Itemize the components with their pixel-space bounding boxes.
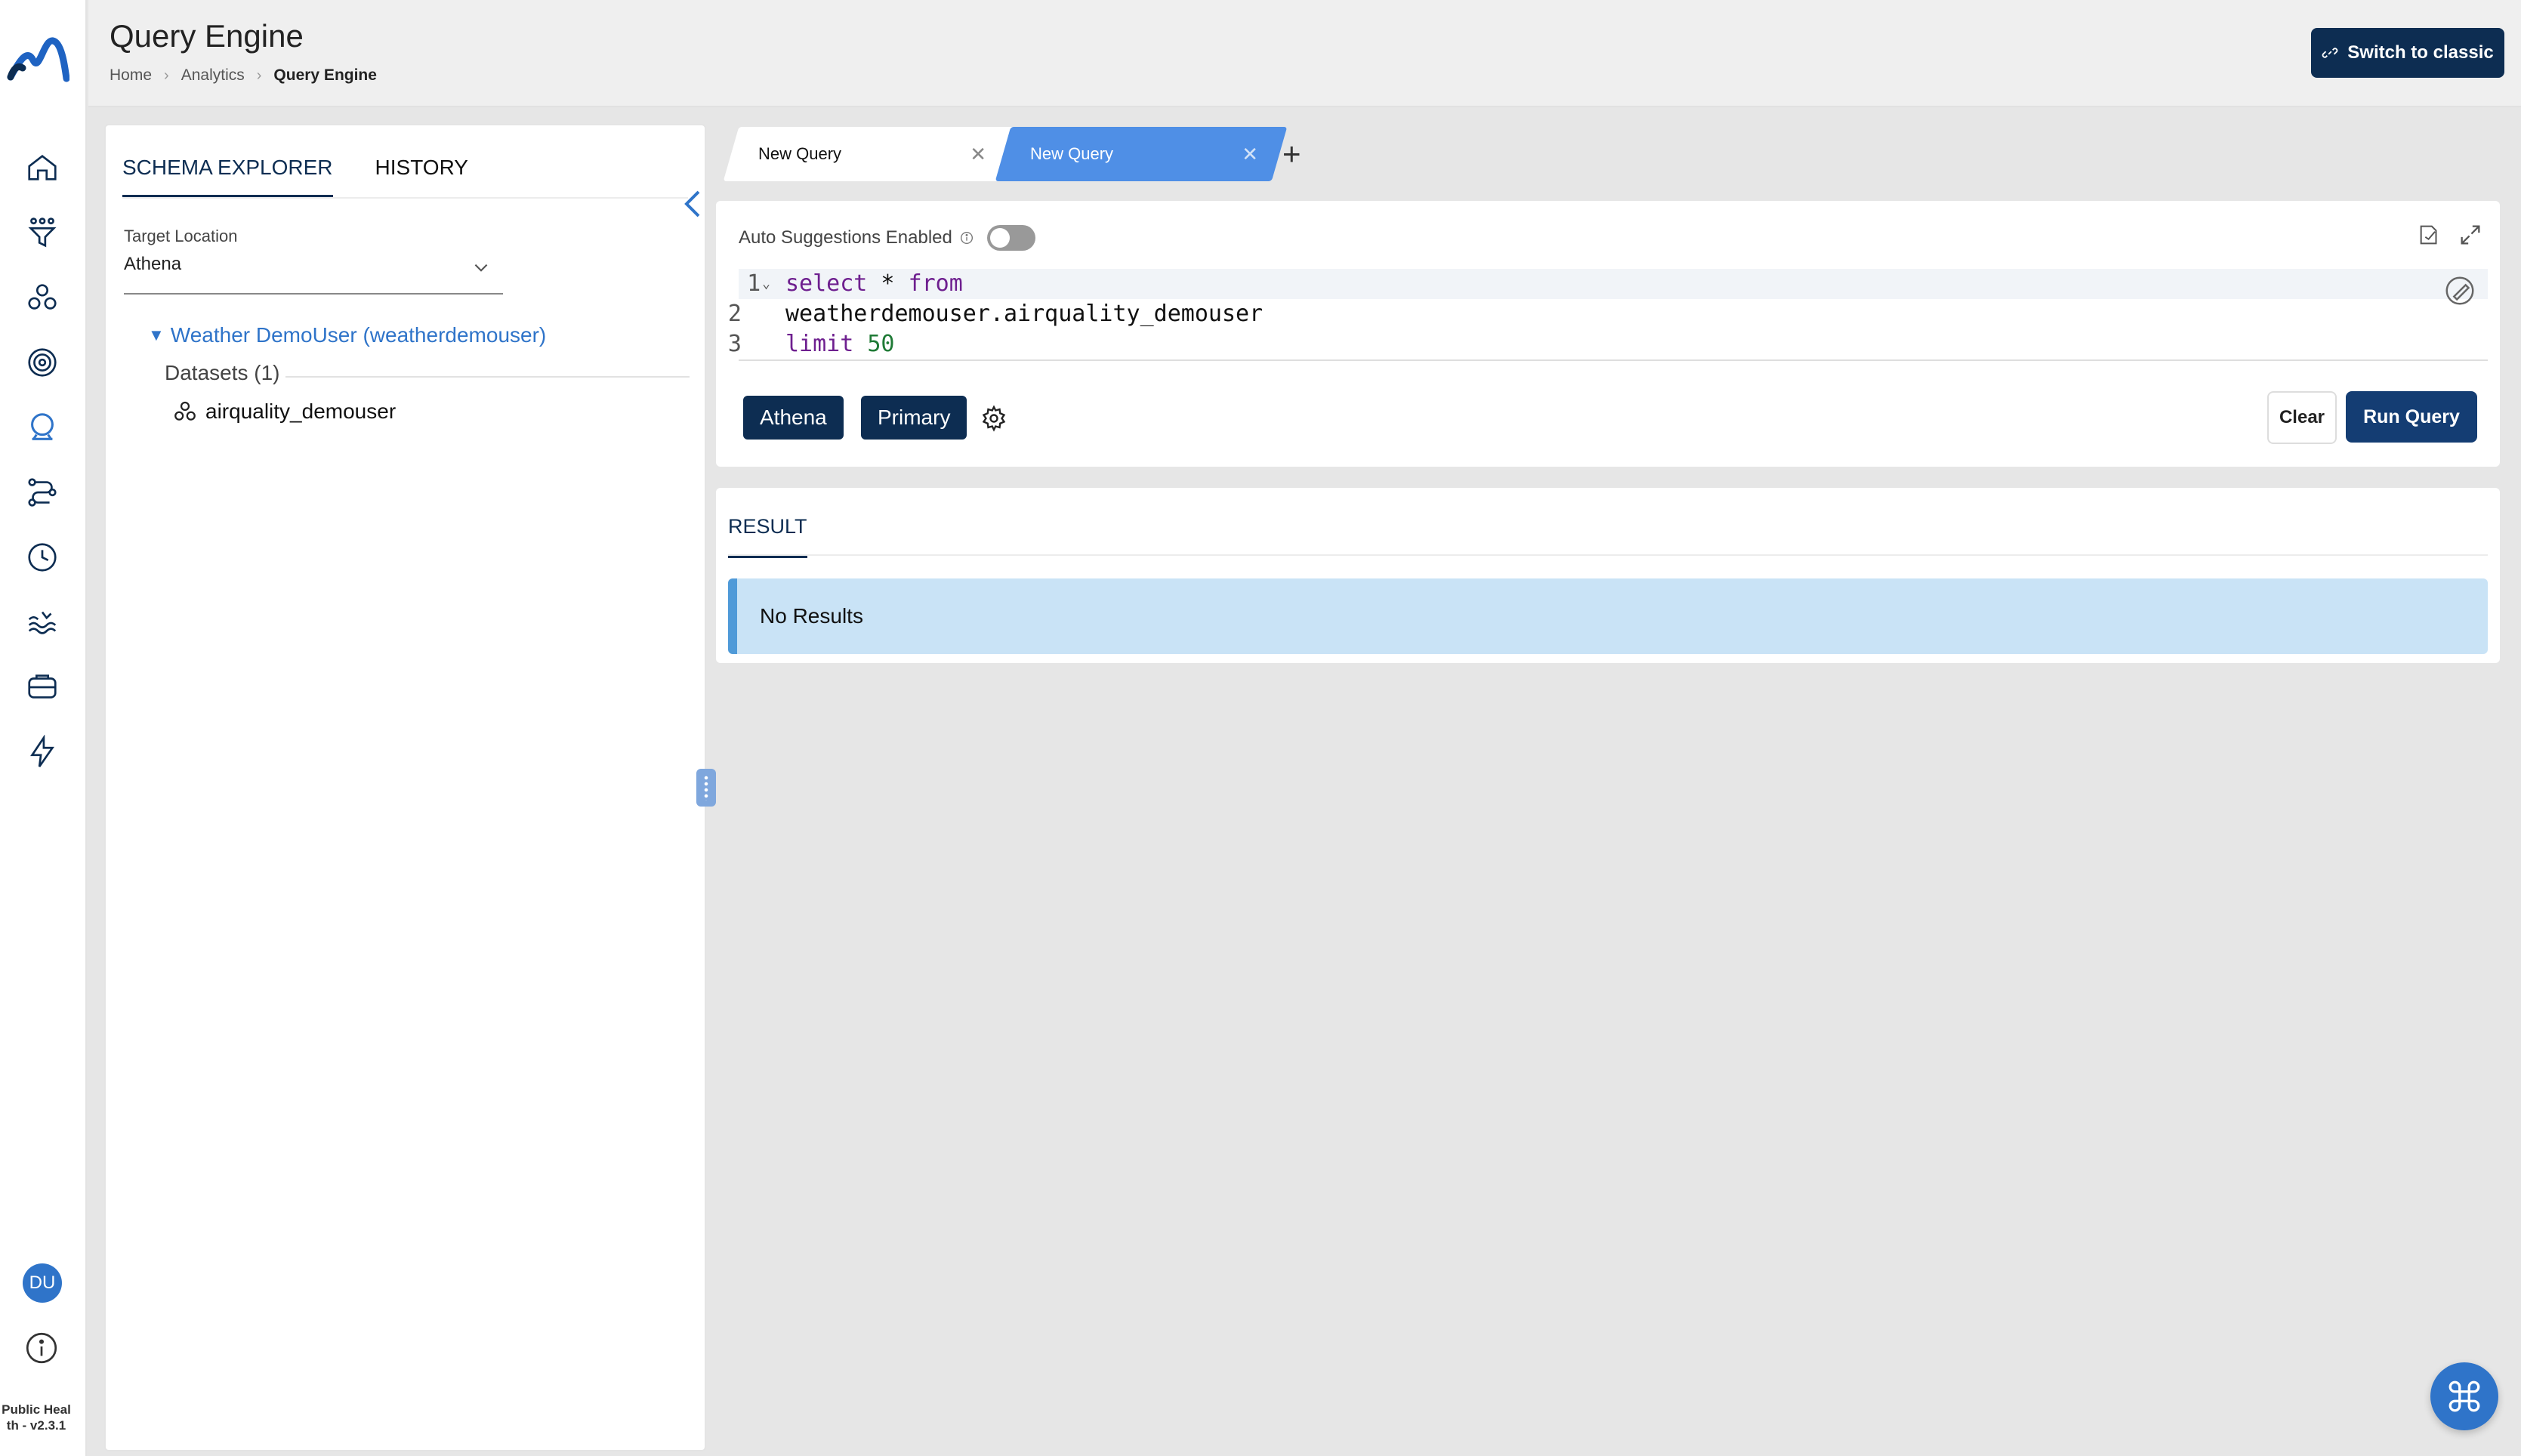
sql-text: weatherdemouser.airquality_demouser [785, 301, 1264, 327]
engine-badge[interactable]: Athena [743, 396, 844, 440]
sql-keyword: select [785, 270, 868, 297]
query-tabs: New Query ✕ New Query ✕ + [721, 127, 1325, 183]
datasets-divider [285, 376, 690, 378]
code-line: 2 weatherdemouser.airquality_demouser [728, 299, 2488, 329]
no-results-alert: No Results [728, 578, 2488, 654]
workgroup-badge[interactable]: Primary [861, 396, 967, 440]
query-tab[interactable]: New Query ✕ [723, 127, 1016, 181]
breadcrumb-analytics[interactable]: Analytics [181, 66, 245, 85]
avatar[interactable]: DU [23, 1263, 62, 1303]
save-query-icon[interactable] [2417, 222, 2442, 248]
panel-resize-handle[interactable] [696, 769, 716, 807]
close-icon[interactable]: ✕ [970, 143, 986, 166]
query-tab-active[interactable]: New Query ✕ [995, 127, 1288, 181]
expand-triangle-icon[interactable]: ▼ [148, 325, 165, 345]
command-palette-button[interactable] [2430, 1362, 2498, 1430]
logo-icon[interactable] [6, 30, 69, 86]
home-icon[interactable] [24, 150, 60, 186]
auto-suggestions: Auto Suggestions Enabled [739, 225, 1035, 251]
code-line: 3 limit 50 [728, 329, 2488, 359]
page-title: Query Engine [110, 18, 304, 54]
sql-keyword: limit [785, 331, 854, 357]
data-lake-icon[interactable] [24, 604, 60, 640]
target-location-label: Target Location [124, 227, 238, 245]
schema-tree-root-label: Weather DemoUser (weatherdemouser) [170, 323, 547, 347]
schema-tree-root[interactable]: ▼ Weather DemoUser (weatherdemouser) [148, 323, 546, 347]
dataset-icon [174, 401, 196, 421]
result-divider [728, 554, 2488, 556]
target-location-value: Athena [124, 254, 182, 274]
run-query-button[interactable]: Run Query [2346, 391, 2477, 443]
command-icon [2448, 1380, 2480, 1412]
add-tab-icon[interactable]: + [1282, 138, 1301, 170]
version-label: Public Heal th - v2.3.1 [2, 1402, 71, 1433]
fold-chevron-icon[interactable]: ⌄ [762, 269, 770, 299]
datasets-icon[interactable] [24, 279, 60, 316]
info-icon[interactable] [958, 230, 975, 246]
tab-divider [122, 197, 688, 199]
gear-icon[interactable] [980, 405, 1007, 432]
expand-icon[interactable] [2458, 222, 2483, 248]
clock-icon[interactable] [24, 539, 60, 575]
dataset-item-label: airquality_demouser [205, 399, 397, 423]
sql-keyword: from [908, 270, 963, 297]
line-number: 3 [727, 331, 742, 357]
result-card: RESULT No Results [716, 488, 2500, 663]
sql-number: 50 [867, 331, 895, 357]
info-icon[interactable] [23, 1329, 60, 1367]
line-number: 1 [747, 270, 761, 297]
switch-to-classic-button[interactable]: Switch to classic [2311, 28, 2504, 78]
query-engine-icon[interactable] [24, 409, 60, 446]
collapse-panel-icon[interactable] [682, 189, 703, 219]
chevron-down-icon [474, 264, 488, 272]
dataset-item[interactable]: airquality_demouser [172, 399, 396, 424]
no-results-message: No Results [760, 604, 863, 628]
funnel-icon[interactable] [24, 214, 60, 251]
breadcrumb-home[interactable]: Home [110, 66, 152, 85]
target-location-select[interactable]: Athena [124, 254, 503, 295]
target-icon[interactable] [24, 344, 60, 381]
link-icon [2322, 48, 2338, 58]
sql-editor[interactable]: 1 ⌄ select * from 2 weatherdemouser.airqu… [728, 269, 2488, 361]
format-query-icon[interactable] [2442, 273, 2477, 308]
breadcrumb-current: Query Engine [273, 66, 377, 84]
breadcrumb: Home › Analytics › Query Engine [110, 66, 377, 85]
lightning-icon[interactable] [24, 734, 60, 770]
close-icon[interactable]: ✕ [1242, 143, 1258, 166]
nav-rail: DU Public Heal th - v2.3.1 [0, 0, 87, 1456]
query-tab-label: New Query [758, 144, 842, 163]
query-tab-label: New Query [1030, 144, 1114, 163]
datasets-group[interactable]: Datasets (1) [165, 361, 280, 385]
switch-to-classic-label: Switch to classic [2347, 42, 2494, 63]
chevron-right-icon: › [164, 66, 169, 84]
sql-text: * [867, 270, 909, 297]
schema-panel: SCHEMA EXPLORER HISTORY Target Location … [104, 124, 706, 1451]
clear-button[interactable]: Clear [2267, 391, 2337, 444]
chevron-right-icon: › [256, 66, 262, 84]
auto-suggestions-label: Auto Suggestions Enabled [739, 227, 952, 248]
line-number: 2 [727, 301, 742, 327]
page-header: Query Engine Home › Analytics › Query En… [88, 0, 2521, 107]
query-editor-card: Auto Suggestions Enabled 1 ⌄ select * fro… [716, 201, 2500, 467]
code-line: 1 ⌄ select * from [739, 269, 2488, 299]
tab-schema-explorer[interactable]: SCHEMA EXPLORER [122, 156, 333, 198]
tab-history[interactable]: HISTORY [375, 156, 468, 198]
storage-icon[interactable] [24, 669, 60, 705]
tab-result[interactable]: RESULT [728, 515, 807, 558]
workflow-icon[interactable] [24, 474, 60, 511]
auto-suggestions-toggle[interactable] [986, 225, 1035, 251]
